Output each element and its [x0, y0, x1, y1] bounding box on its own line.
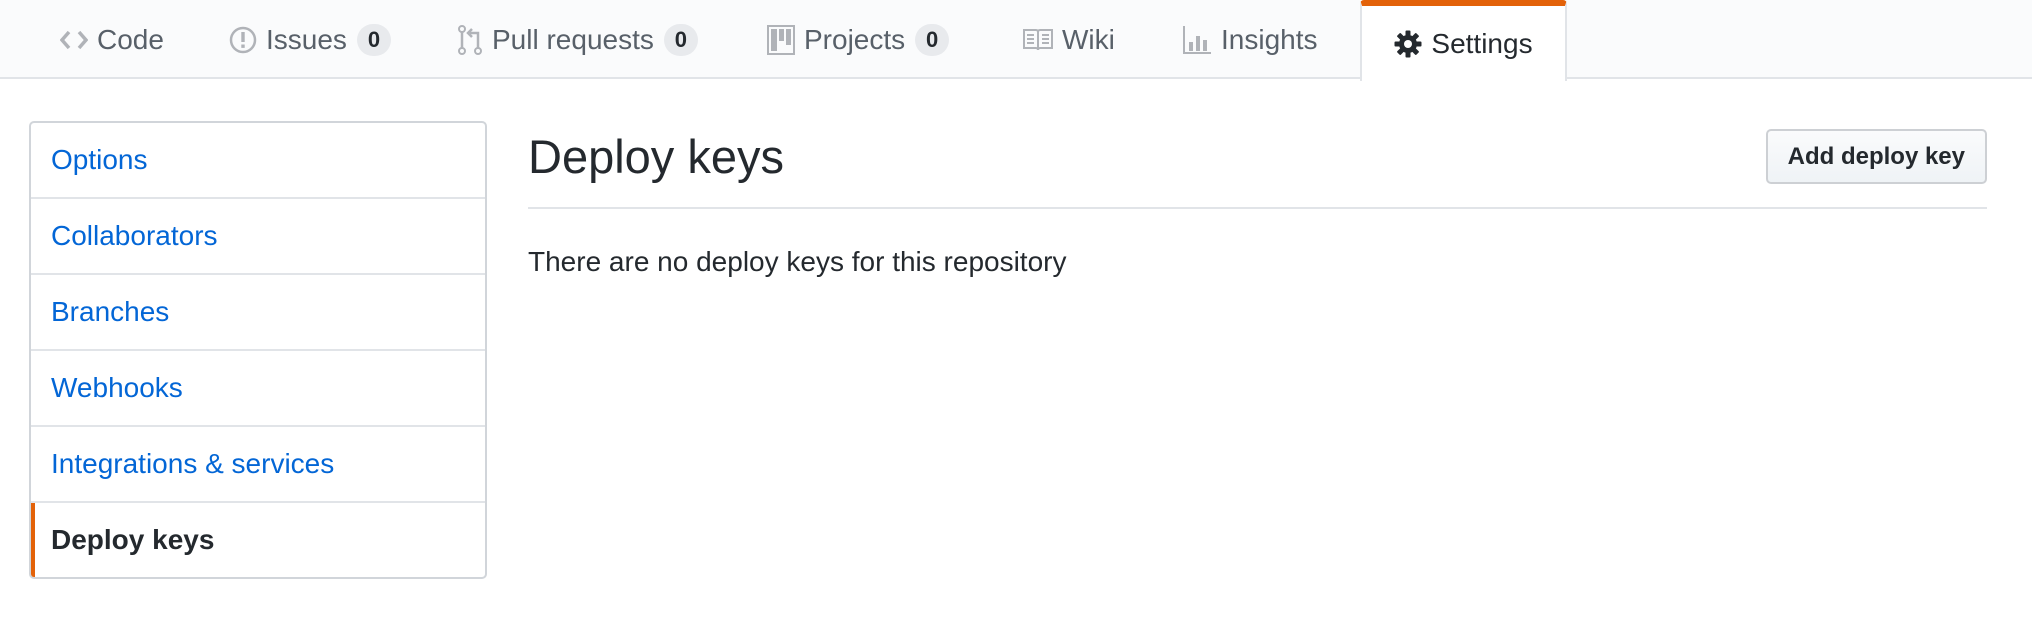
project-icon: [767, 24, 795, 55]
tab-code[interactable]: Code: [60, 0, 164, 79]
tab-label: Pull requests: [492, 23, 654, 55]
empty-state-message: There are no deploy keys for this reposi…: [528, 246, 1067, 277]
tab-label: Projects: [804, 23, 906, 55]
tab-insights[interactable]: Insights: [1182, 0, 1318, 79]
tab-label: Issues: [266, 23, 347, 55]
tab-label: Wiki: [1062, 23, 1115, 55]
sidebar-item-webhooks[interactable]: Webhooks: [31, 349, 485, 425]
pull-requests-count-badge: 0: [663, 23, 698, 56]
issues-count-badge: 0: [356, 23, 391, 56]
tab-label: Insights: [1221, 23, 1318, 55]
add-deploy-key-button[interactable]: Add deploy key: [1765, 129, 1987, 184]
graph-icon: [1182, 25, 1212, 55]
gear-icon: [1394, 30, 1422, 58]
sidebar-item-branches[interactable]: Branches: [31, 273, 485, 349]
projects-count-badge: 0: [915, 23, 950, 56]
repo-nav-tabs: Code Issues 0 Pull requests 0 Projects 0…: [0, 0, 2032, 81]
tab-label: Settings: [1431, 27, 1533, 59]
page-title: Deploy keys: [528, 130, 784, 183]
tab-settings[interactable]: Settings: [1360, 0, 1567, 81]
tab-projects[interactable]: Projects 0: [767, 0, 950, 79]
tab-issues[interactable]: Issues 0: [229, 0, 391, 79]
git-pull-request-icon: [457, 24, 483, 55]
sidebar-item-integrations-services[interactable]: Integrations & services: [31, 425, 485, 501]
sidebar-item-collaborators[interactable]: Collaborators: [31, 197, 485, 273]
tab-label: Code: [97, 23, 164, 55]
tab-pull-requests[interactable]: Pull requests 0: [457, 0, 698, 79]
code-icon: [60, 29, 88, 51]
deploy-keys-panel: Deploy keys Add deploy key There are no …: [528, 121, 1987, 277]
page-header: Deploy keys Add deploy key: [528, 121, 1987, 209]
book-icon: [1023, 28, 1053, 52]
issue-opened-icon: [229, 26, 257, 54]
sidebar-item-deploy-keys[interactable]: Deploy keys: [31, 501, 485, 577]
sidebar-item-options[interactable]: Options: [31, 123, 485, 197]
tab-wiki[interactable]: Wiki: [1023, 0, 1115, 79]
settings-sidebar: Options Collaborators Branches Webhooks …: [29, 121, 487, 579]
